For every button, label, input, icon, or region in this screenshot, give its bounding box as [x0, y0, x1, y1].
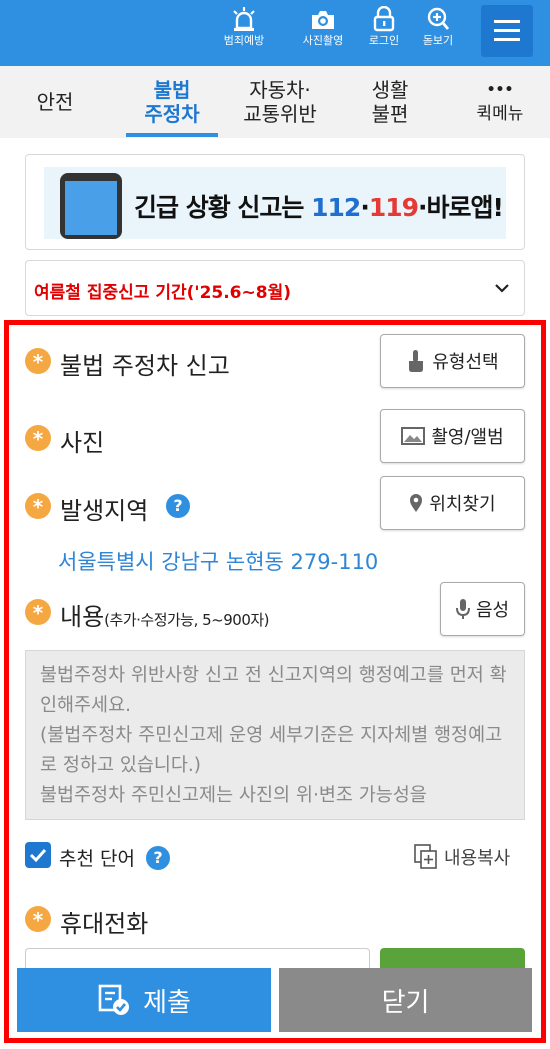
hand-pointer-icon [409, 350, 424, 372]
login-button[interactable]: 로그인 [356, 6, 412, 48]
notice-text: 여름철 집중신고 기간('25.6~8월) [34, 283, 291, 303]
location-pin-icon [410, 494, 423, 512]
banner-image: 긴급 상황 신고는 112·119·바로앱! [44, 167, 506, 239]
tab-quick-menu[interactable]: ••• 퀵메뉴 [462, 66, 538, 138]
camera-icon [312, 11, 334, 29]
find-location-button[interactable]: 위치찾기 [380, 476, 525, 530]
tab-illegal-parking[interactable]: 불법 주정차 [126, 66, 218, 138]
banner-text-prefix: 긴급 상황 신고는 [134, 193, 312, 222]
content-textarea[interactable]: 불법주정차 위반사항 신고 전 신고지역의 행정예고를 먼저 확인해주세요. (… [25, 650, 525, 820]
recommend-label: 추천 단어 [59, 848, 135, 870]
login-label: 로그인 [368, 34, 400, 47]
tab-vehicle-traffic[interactable]: 자동차· 교통위반 [230, 66, 330, 138]
category-tabs: 안전 불법 주정차 자동차· 교통위반 생활 불편 ••• 퀵메뉴 [0, 66, 550, 138]
copy-content-button[interactable]: 내용복사 [414, 842, 510, 872]
tab-label: 퀵메뉴 [476, 104, 524, 124]
help-icon[interactable]: ? [166, 494, 190, 518]
checkmark-icon [29, 848, 47, 863]
tab-label: 불법 [153, 78, 191, 102]
tab-label: 안전 [36, 90, 74, 114]
close-button[interactable]: 닫기 [279, 968, 532, 1032]
help-icon[interactable]: ? [146, 846, 170, 870]
capture-album-label: 촬영/앨범 [431, 427, 504, 448]
address-text: 서울특별시 강남구 논현동 279-110 [58, 550, 379, 574]
zoom-in-icon [427, 7, 450, 30]
active-tab-indicator [126, 133, 218, 137]
banner-suffix: ·바로앱! [418, 193, 504, 222]
more-dots-icon: ••• [486, 82, 514, 98]
content-hint: (추가·수정가능, 5~900자) [104, 611, 270, 629]
type-select-label: 유형선택 [432, 352, 499, 373]
banner-119: 119 [368, 193, 419, 222]
submit-button[interactable]: 제출 [17, 968, 271, 1032]
required-asterisk-icon: * [25, 906, 51, 932]
crime-prevention-label: 범죄예방 [223, 34, 265, 47]
recommend-checkbox[interactable] [25, 842, 51, 868]
document-check-icon [98, 984, 130, 1015]
content-label: 내용 [60, 603, 105, 631]
required-asterisk-icon: * [25, 348, 51, 374]
photo-capture-button[interactable]: 사진촬영 [295, 6, 351, 48]
magnifier-button[interactable]: 돋보기 [410, 6, 466, 48]
banner-dot: · [360, 193, 369, 222]
phone-icon [60, 173, 122, 239]
voice-input-button[interactable]: 음성 [440, 582, 525, 636]
siren-icon [233, 7, 255, 31]
tab-label: 생활 [371, 78, 409, 102]
emergency-banner[interactable]: 긴급 상황 신고는 112·119·바로앱! [25, 154, 525, 250]
tab-label: 주정차 [144, 102, 200, 126]
image-icon [401, 427, 426, 445]
phone-label: 휴대전화 [60, 910, 149, 938]
tab-label: 불편 [371, 102, 409, 126]
summer-notice-dropdown[interactable]: 여름철 집중신고 기간('25.6~8월) [25, 260, 525, 316]
content-placeholder: 불법주정차 위반사항 신고 전 신고지역의 행정예고를 먼저 확인해주세요. (… [40, 665, 507, 806]
tab-label: 자동차· [249, 78, 311, 102]
hamburger-line [494, 38, 520, 41]
tab-safety[interactable]: 안전 [20, 66, 90, 138]
magnifier-label: 돋보기 [422, 34, 454, 47]
photo-label: 사진 [60, 429, 105, 457]
chevron-down-icon [495, 284, 509, 293]
find-location-label: 위치찾기 [429, 494, 496, 515]
required-asterisk-icon: * [25, 599, 51, 625]
crime-prevention-button[interactable]: 범죄예방 [216, 6, 272, 48]
required-asterisk-icon: * [25, 425, 51, 451]
banner-text: 긴급 상황 신고는 112·119·바로앱! [134, 188, 504, 224]
form-title: 불법 주정차 신고 [60, 352, 230, 380]
location-label: 발생지역 [60, 497, 149, 525]
voice-input-label: 음성 [475, 600, 510, 621]
close-label: 닫기 [381, 987, 430, 1018]
tab-label: 교통위반 [243, 102, 317, 126]
hamburger-line [494, 29, 520, 32]
menu-button[interactable] [481, 5, 533, 57]
capture-album-button[interactable]: 촬영/앨범 [380, 409, 525, 463]
submit-label: 제출 [143, 987, 191, 1018]
required-asterisk-icon: * [25, 493, 51, 519]
top-bar: 범죄예방 사진촬영 로그인 돋보기 [0, 0, 550, 66]
banner-112: 112 [311, 193, 361, 222]
lock-icon [373, 6, 395, 32]
hamburger-menu-icon [494, 20, 520, 23]
copy-icon [414, 844, 437, 869]
microphone-icon [455, 599, 470, 619]
photo-capture-label: 사진촬영 [302, 34, 344, 47]
content-label-group: 내용(추가·수정가능, 5~900자) [60, 597, 270, 632]
copy-content-label: 내용복사 [444, 848, 511, 869]
type-select-button[interactable]: 유형선택 [380, 334, 525, 388]
tab-living-inconvenience[interactable]: 생활 불편 [355, 66, 425, 138]
